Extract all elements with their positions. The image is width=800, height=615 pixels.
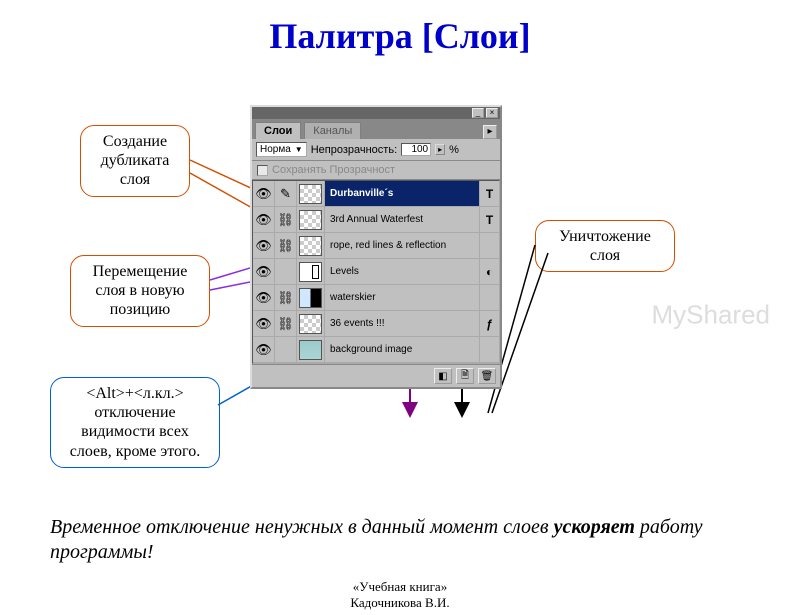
layer-thumbnail: [297, 285, 325, 310]
panel-tabs: Слои Каналы ▸: [252, 119, 500, 139]
layer-options-row: Норма ▼ Непрозрачность: 100 ▸ %: [252, 139, 500, 161]
eye-icon[interactable]: 👁: [253, 207, 275, 232]
eye-icon[interactable]: 👁: [253, 259, 275, 284]
layer-name[interactable]: Durbanville´s: [325, 181, 479, 206]
watermark: MyShared: [652, 300, 771, 331]
layer-name[interactable]: 3rd Annual Waterfest: [325, 207, 479, 232]
checkbox-icon[interactable]: [257, 165, 268, 176]
layer-row[interactable]: 👁 Levels ◐: [253, 259, 499, 285]
adjustment-layer-icon: ◐: [479, 259, 499, 284]
layer-thumbnail: [297, 207, 325, 232]
layer-mask-icon: [479, 233, 499, 258]
close-icon[interactable]: ×: [486, 108, 498, 118]
link-cell[interactable]: [275, 259, 297, 284]
preserve-transparency-row[interactable]: Сохранять Прозрачност: [252, 161, 500, 180]
plus: +: [125, 385, 134, 402]
eye-icon[interactable]: 👁: [253, 285, 275, 310]
opacity-stepper[interactable]: ▸: [435, 144, 445, 155]
minimize-icon[interactable]: _: [472, 108, 484, 118]
kbd-lclick: <л.кл.>: [134, 385, 184, 402]
opacity-input[interactable]: 100: [401, 143, 431, 156]
kbd-alt: <Alt>: [86, 385, 125, 402]
layer-thumbnail: [297, 311, 325, 336]
callout-delete-layer: Уничтожение слоя: [535, 220, 675, 272]
layer-row[interactable]: 👁 ⛓ 3rd Annual Waterfest T: [253, 207, 499, 233]
layer-row[interactable]: 👁 ⛓ 36 events !!! ƒ: [253, 311, 499, 337]
layer-thumbnail: [297, 337, 325, 362]
link-icon[interactable]: ⛓: [275, 311, 297, 336]
callout-duplicate-layer: Создание дубликата слоя: [80, 125, 190, 197]
layer-row[interactable]: 👁 ⛓ rope, red lines & reflection: [253, 233, 499, 259]
layer-mask-icon: [479, 337, 499, 362]
tip-emphasis: ускоряет: [554, 516, 635, 538]
brush-icon[interactable]: ✎: [275, 181, 297, 206]
credit-line1: «Учебная книга»: [0, 579, 800, 595]
link-icon[interactable]: ⛓: [275, 207, 297, 232]
callout-alt-visibility: <Alt>+<л.кл.> отключение видимости всех …: [50, 377, 220, 468]
eye-icon[interactable]: 👁: [253, 233, 275, 258]
text-layer-icon: T: [479, 181, 499, 206]
blend-mode-select[interactable]: Норма ▼: [256, 142, 307, 157]
layer-name[interactable]: background image: [325, 337, 479, 362]
eye-icon[interactable]: 👁: [253, 181, 275, 206]
tab-layers[interactable]: Слои: [255, 122, 301, 139]
layer-mask-button[interactable]: ◧: [434, 368, 452, 384]
chevron-down-icon: ▼: [295, 145, 303, 154]
alt-vis-text: отключение видимости всех слоев, кроме э…: [70, 404, 200, 459]
link-icon[interactable]: ⛓: [275, 285, 297, 310]
layer-row[interactable]: 👁 ✎ Durbanville´s T: [253, 181, 499, 207]
link-cell[interactable]: [275, 337, 297, 362]
layer-thumbnail: [297, 181, 325, 206]
new-layer-button[interactable]: 🗎: [456, 368, 474, 384]
credit-line2: Кадочникова В.И.: [0, 595, 800, 611]
link-icon[interactable]: ⛓: [275, 233, 297, 258]
callout-move-layer: Перемещение слоя в новую позицию: [70, 255, 210, 327]
layer-name[interactable]: waterskier: [325, 285, 479, 310]
layer-thumbnail: [297, 259, 325, 284]
layer-name[interactable]: Levels: [325, 259, 479, 284]
page-title: Палитра [Слои]: [0, 15, 800, 57]
preserve-transparency-label: Сохранять Прозрачност: [272, 164, 395, 176]
layer-name[interactable]: rope, red lines & reflection: [325, 233, 479, 258]
tip-line1: Временное отключение ненужных в данный м…: [50, 516, 554, 538]
eye-icon[interactable]: 👁: [253, 311, 275, 336]
blend-mode-label: Норма: [260, 144, 291, 155]
layer-row[interactable]: 👁 ⛓ waterskier: [253, 285, 499, 311]
layer-row[interactable]: 👁 background image: [253, 337, 499, 363]
credit: «Учебная книга» Кадочникова В.И.: [0, 579, 800, 611]
delete-layer-button[interactable]: 🗑: [478, 368, 496, 384]
text-layer-icon: T: [479, 207, 499, 232]
layer-list: 👁 ✎ Durbanville´s T 👁 ⛓ 3rd Annual Water…: [252, 180, 500, 364]
panel-titlebar: _ ×: [252, 107, 500, 119]
layer-mask-icon: [479, 285, 499, 310]
layers-panel: _ × Слои Каналы ▸ Норма ▼ Непрозрачность…: [250, 105, 502, 389]
opacity-percent: %: [449, 144, 459, 156]
panel-bottom-bar: ◧ 🗎 🗑: [252, 364, 500, 387]
tip-text: Временное отключение ненужных в данный м…: [50, 515, 750, 565]
effects-layer-icon: ƒ: [479, 311, 499, 336]
tab-channels[interactable]: Каналы: [304, 122, 361, 139]
layer-name[interactable]: 36 events !!!: [325, 311, 479, 336]
opacity-label: Непрозрачность:: [311, 144, 397, 156]
panel-menu-icon[interactable]: ▸: [483, 125, 497, 139]
eye-icon[interactable]: 👁: [253, 337, 275, 362]
layer-thumbnail: [297, 233, 325, 258]
